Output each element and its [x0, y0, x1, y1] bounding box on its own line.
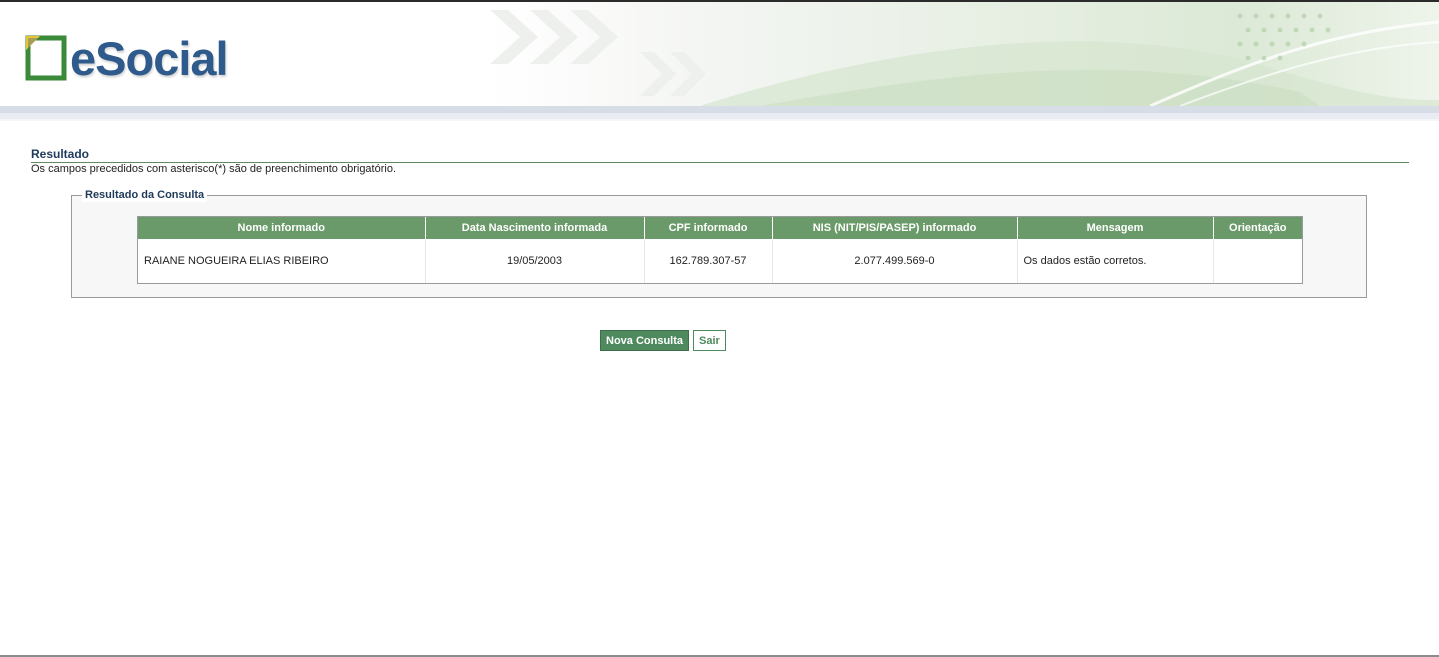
- action-buttons: Nova Consulta Sair: [600, 330, 726, 351]
- column-header-cpf: CPF informado: [644, 217, 773, 239]
- section-title: Resultado: [31, 147, 1409, 163]
- result-legend: Resultado da Consulta: [82, 188, 208, 202]
- column-header-nome: Nome informado: [138, 217, 426, 239]
- nova-consulta-button[interactable]: Nova Consulta: [600, 330, 690, 351]
- result-fieldset: Resultado da Consulta Nome informado Dat…: [71, 188, 1367, 298]
- esocial-logo: eSocial: [24, 30, 229, 86]
- column-header-orientacao: Orientação: [1213, 217, 1302, 239]
- cell-mensagem: Os dados estão corretos.: [1017, 239, 1214, 283]
- header-band: [0, 119, 1439, 121]
- table-header-row: Nome informado Data Nascimento informada…: [138, 217, 1302, 239]
- logo-text: eSocial: [70, 31, 229, 85]
- cell-cpf: 162.789.307-57: [644, 239, 773, 283]
- cell-nome: RAIANE NOGUEIRA ELIAS RIBEIRO: [138, 239, 426, 283]
- header-banner: eSocial: [0, 2, 1439, 106]
- table-row: RAIANE NOGUEIRA ELIAS RIBEIRO 19/05/2003…: [138, 239, 1302, 283]
- cell-data-nascimento: 19/05/2003: [425, 239, 645, 283]
- result-table-container: Nome informado Data Nascimento informada…: [137, 216, 1303, 284]
- result-table: Nome informado Data Nascimento informada…: [138, 217, 1302, 283]
- column-header-nis: NIS (NIT/PIS/PASEP) informado: [772, 217, 1018, 239]
- column-header-data-nascimento: Data Nascimento informada: [425, 217, 645, 239]
- header-band: [0, 106, 1439, 113]
- cell-nis: 2.077.499.569-0: [772, 239, 1018, 283]
- sair-button[interactable]: Sair: [693, 330, 726, 351]
- document-icon: [25, 35, 67, 81]
- column-header-mensagem: Mensagem: [1017, 217, 1214, 239]
- cell-orientacao: [1213, 239, 1302, 283]
- required-fields-note: Os campos precedidos com asterisco(*) sã…: [31, 163, 397, 175]
